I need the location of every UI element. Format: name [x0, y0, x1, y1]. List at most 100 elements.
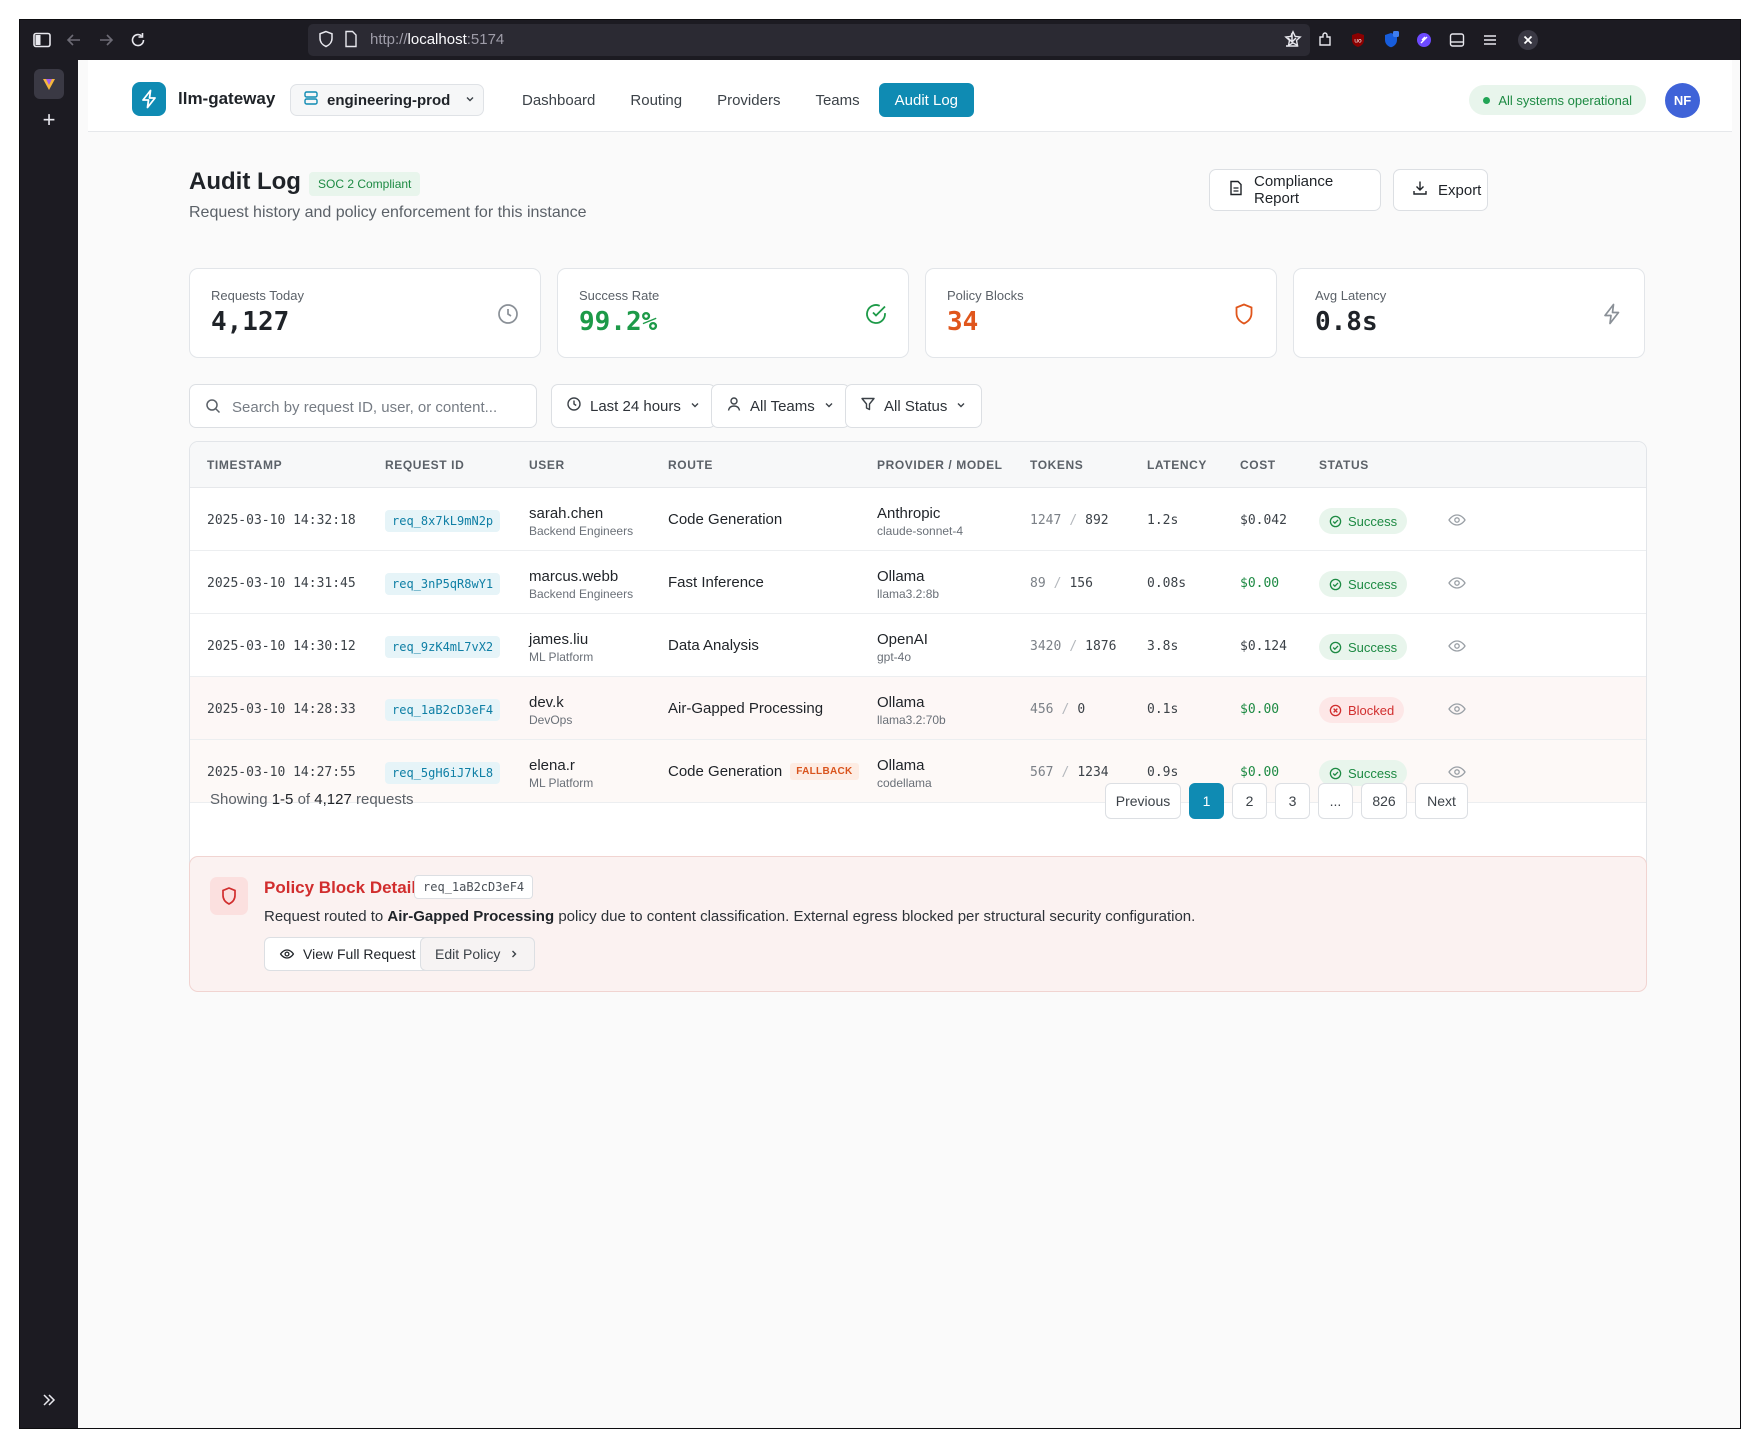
request-id[interactable]: req_5gH6iJ7kL8 — [385, 762, 501, 784]
view-full-request-button[interactable]: View Full Request — [264, 937, 431, 971]
reload-icon[interactable] — [126, 28, 150, 52]
tokens-in: 3420 — [1030, 639, 1062, 654]
request-id[interactable]: req_3nP5qR8wY1 — [385, 573, 501, 595]
column-header[interactable]: STATUS — [1319, 458, 1369, 472]
stat-label: Policy Blocks — [947, 288, 1024, 303]
column-header[interactable]: ROUTE — [668, 458, 713, 472]
expand-sidebar-icon[interactable] — [37, 1388, 61, 1412]
nav-dashboard[interactable]: Dashboard — [506, 83, 611, 117]
page-button-2[interactable]: 2 — [1232, 783, 1267, 819]
menu-icon[interactable] — [1478, 28, 1502, 52]
nav-routing[interactable]: Routing — [614, 83, 698, 117]
stat-value: 34 — [947, 307, 979, 337]
check-circle-icon — [1329, 767, 1342, 779]
compliance-report-button[interactable]: Compliance Report — [1209, 169, 1381, 211]
latency: 3.8s — [1147, 639, 1179, 654]
extensions-icon[interactable] — [1313, 28, 1337, 52]
nav-teams[interactable]: Teams — [799, 83, 875, 117]
user-avatar[interactable]: NF — [1665, 83, 1700, 118]
brand-logo-icon[interactable] — [132, 82, 166, 116]
view-eye-icon[interactable] — [1447, 510, 1467, 530]
table-header: TIMESTAMP REQUEST ID USER ROUTE PROVIDER… — [190, 442, 1646, 488]
view-eye-icon[interactable] — [1447, 699, 1467, 719]
audit-log-table: TIMESTAMP REQUEST ID USER ROUTE PROVIDER… — [189, 441, 1647, 884]
route-label: Code Generation — [668, 763, 783, 780]
environment-selector[interactable]: engineering-prod — [290, 84, 484, 116]
system-status-text: All systems operational — [1498, 92, 1632, 108]
sidebar-toggle-icon[interactable] — [30, 28, 54, 52]
cost: $0.042 — [1240, 513, 1287, 528]
next-page-button[interactable]: Next — [1415, 783, 1468, 819]
zap-icon — [1600, 302, 1624, 326]
nav-audit-log[interactable]: Audit Log — [878, 83, 975, 117]
column-header[interactable]: COST — [1240, 458, 1276, 472]
time-range-filter[interactable]: Last 24 hours — [551, 384, 716, 428]
brand-name[interactable]: llm-gateway — [178, 89, 275, 109]
view-eye-icon[interactable] — [1447, 573, 1467, 593]
policy-block-details: Policy Block Details req_1aB2cD3eF4 Requ… — [189, 856, 1647, 992]
column-header[interactable]: LATENCY — [1147, 458, 1207, 472]
shield-icon — [1232, 302, 1256, 326]
column-header[interactable]: TIMESTAMP — [207, 458, 282, 472]
table-row[interactable]: 2025-03-10 14:31:45 req_3nP5qR8wY1 marcu… — [190, 551, 1646, 614]
stat-card-avg-latency: Avg Latency 0.8s — [1293, 268, 1645, 358]
stat-value: 0.8s — [1315, 307, 1378, 337]
edit-policy-button[interactable]: Edit Policy — [420, 937, 536, 971]
column-header[interactable]: PROVIDER / MODEL — [877, 458, 1003, 472]
route-label: Fast Inference — [668, 574, 764, 591]
search-input[interactable] — [232, 395, 522, 419]
page-button-1[interactable]: 1 — [1189, 783, 1224, 819]
proton-pass-icon[interactable] — [1412, 28, 1436, 52]
policy-request-id[interactable]: req_1aB2cD3eF4 — [414, 875, 534, 899]
clock-icon — [496, 302, 520, 326]
export-button[interactable]: Export — [1393, 169, 1488, 211]
table-row[interactable]: 2025-03-10 14:32:18 req_8x7kL9mN2p sarah… — [190, 488, 1646, 551]
page-button-last[interactable]: 826 — [1361, 783, 1407, 819]
request-id[interactable]: req_9zK4mL7vX2 — [385, 636, 501, 658]
x-circle-icon — [1329, 704, 1342, 716]
column-header[interactable]: TOKENS — [1030, 458, 1083, 472]
table-row[interactable]: 2025-03-10 14:28:33 req_1aB2cD3eF4 dev.k… — [190, 677, 1646, 740]
chevron-right-icon — [512, 950, 517, 958]
table-row[interactable]: 2025-03-10 14:30:12 req_9zK4mL7vX2 james… — [190, 614, 1646, 677]
previous-page-button[interactable]: Previous — [1105, 783, 1181, 819]
view-eye-icon[interactable] — [1447, 762, 1467, 782]
add-panel-icon[interactable]: + — [37, 108, 61, 132]
nav-providers[interactable]: Providers — [701, 83, 796, 117]
pagination-summary: Showing 1-5 of 4,127 requests — [210, 791, 414, 808]
ublock-icon[interactable]: uo — [1346, 28, 1370, 52]
status-filter[interactable]: All Status — [845, 384, 983, 428]
model-name: llama3.2:70b — [877, 713, 946, 727]
bitwarden-icon[interactable] — [1379, 28, 1403, 52]
filter-icon — [860, 396, 876, 416]
teams-filter[interactable]: All Teams — [711, 384, 850, 428]
downloads-icon[interactable] — [1280, 28, 1304, 52]
column-header[interactable]: REQUEST ID — [385, 458, 464, 472]
tokens-in: 456 — [1030, 702, 1054, 717]
chevron-down-icon — [955, 398, 967, 415]
view-eye-icon[interactable] — [1447, 636, 1467, 656]
request-id[interactable]: req_1aB2cD3eF4 — [385, 699, 501, 721]
tokens-out: 156 — [1069, 576, 1093, 591]
page-ellipsis: ... — [1318, 783, 1353, 819]
fallback-badge: FALLBACK — [790, 763, 859, 780]
user-name: james.liu — [529, 631, 589, 648]
forward-icon[interactable] — [94, 28, 118, 52]
tracking-shield-icon[interactable] — [318, 30, 334, 53]
page-button-3[interactable]: 3 — [1275, 783, 1310, 819]
back-icon[interactable] — [62, 28, 86, 52]
request-id[interactable]: req_8x7kL9mN2p — [385, 510, 501, 532]
page-info-icon[interactable] — [344, 30, 358, 53]
sidebar-app-icon[interactable] — [34, 69, 64, 99]
check-circle-icon — [1329, 641, 1342, 653]
search-box[interactable] — [189, 384, 537, 428]
status-text: Success — [1348, 639, 1398, 655]
close-window-icon[interactable] — [1516, 28, 1540, 52]
sidebar-panel-icon[interactable] — [1445, 28, 1469, 52]
download-icon — [1412, 180, 1428, 200]
address-bar[interactable]: http://localhost:5174 — [308, 24, 1310, 56]
status-text: Success — [1348, 576, 1398, 592]
stat-card-success-rate: Success Rate 99.2% — [557, 268, 909, 358]
latency: 0.1s — [1147, 702, 1179, 717]
column-header[interactable]: USER — [529, 458, 565, 472]
